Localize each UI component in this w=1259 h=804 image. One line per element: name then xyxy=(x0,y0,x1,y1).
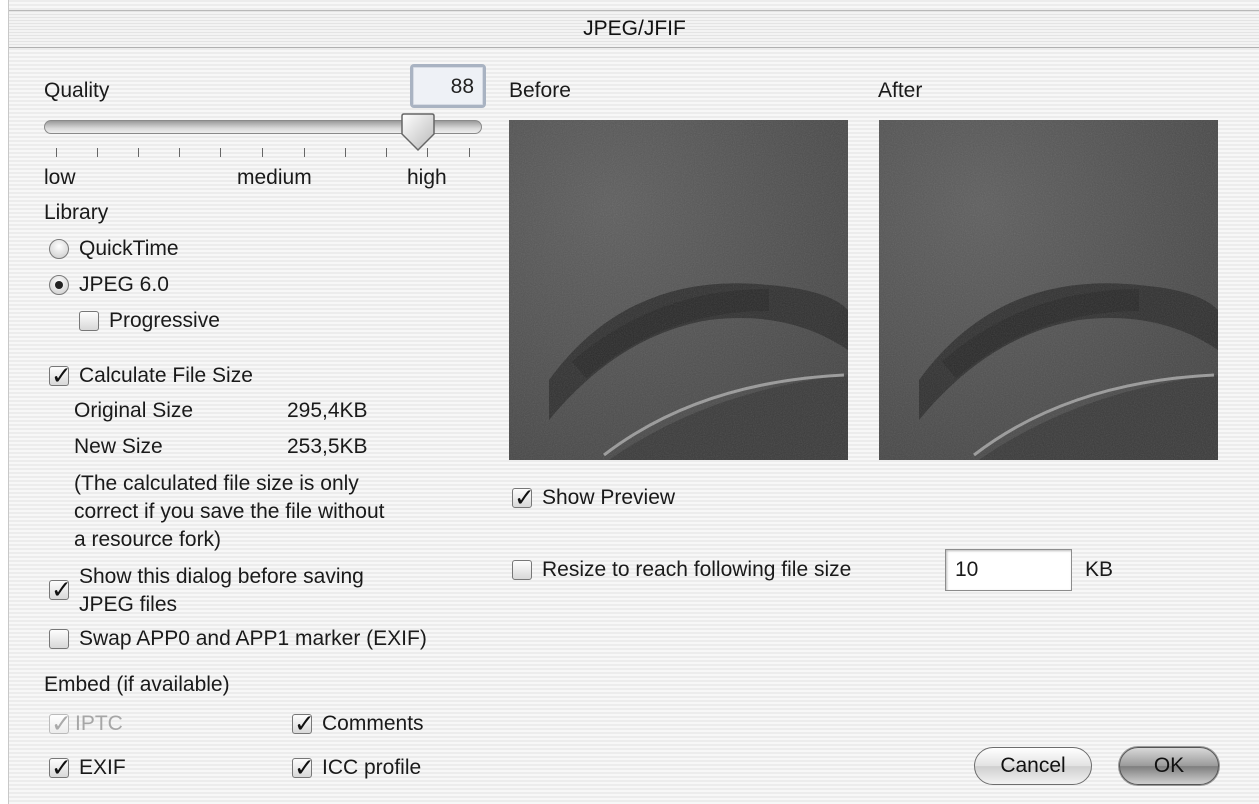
show-dialog-checkbox[interactable] xyxy=(49,575,72,604)
calculate-file-size-label[interactable]: Calculate File Size xyxy=(79,364,253,388)
swap-markers-checkbox[interactable] xyxy=(49,629,69,649)
show-dialog-label-line2[interactable]: JPEG files xyxy=(79,593,177,617)
cancel-button[interactable]: Cancel xyxy=(974,747,1092,785)
quality-value: 88 xyxy=(450,75,474,98)
radio-quicktime-label[interactable]: QuickTime xyxy=(79,237,179,261)
new-size-label: New Size xyxy=(74,435,163,458)
original-size-label: Original Size xyxy=(74,399,194,422)
radio-jpeg60-label[interactable]: JPEG 6.0 xyxy=(79,273,169,297)
show-dialog-label-line1[interactable]: Show this dialog before saving xyxy=(79,565,364,589)
original-size-value: 295,4KB xyxy=(287,399,368,422)
quality-medium-label: medium xyxy=(237,166,312,189)
quality-value-field[interactable]: 88 xyxy=(410,64,486,108)
radio-quicktime[interactable] xyxy=(49,239,69,259)
before-label: Before xyxy=(509,79,571,102)
iptc-label: IPTC xyxy=(75,712,123,735)
slider-thumb-icon[interactable] xyxy=(400,112,436,152)
comments-checkbox[interactable] xyxy=(292,709,315,738)
progressive-checkbox[interactable] xyxy=(79,311,99,331)
file-size-note-line1: (The calculated file size is only xyxy=(74,472,359,495)
resize-size-input[interactable]: 10 xyxy=(945,549,1072,591)
resize-size-value: 10 xyxy=(955,558,979,581)
resize-checkbox[interactable] xyxy=(512,560,532,580)
exif-checkbox[interactable] xyxy=(49,753,72,782)
ok-button[interactable]: OK xyxy=(1119,747,1219,785)
slider-ticks xyxy=(44,148,482,158)
swap-markers-label[interactable]: Swap APP0 and APP1 marker (EXIF) xyxy=(79,627,427,651)
after-label: After xyxy=(878,79,923,102)
embed-heading: Embed (if available) xyxy=(44,673,230,696)
window-title: JPEG/JFIF xyxy=(9,10,1259,48)
jpeg-options-dialog: JPEG/JFIF Quality 88 low medium high Lib… xyxy=(8,0,1259,804)
quality-low-label: low xyxy=(44,166,76,189)
show-preview-label[interactable]: Show Preview xyxy=(542,486,675,510)
file-size-note-line2: correct if you save the file without xyxy=(74,500,385,523)
radio-jpeg60[interactable] xyxy=(49,275,69,295)
icc-profile-checkbox[interactable] xyxy=(292,753,315,782)
show-preview-checkbox[interactable] xyxy=(512,483,535,512)
resize-unit-label: KB xyxy=(1085,558,1114,581)
calculate-file-size-checkbox[interactable] xyxy=(49,361,72,390)
after-preview-image xyxy=(879,120,1218,460)
quality-high-label: high xyxy=(407,166,447,189)
before-preview-image xyxy=(509,120,848,460)
comments-label[interactable]: Comments xyxy=(322,712,424,736)
new-size-value: 253,5KB xyxy=(287,435,368,458)
file-size-note-line3: a resource fork) xyxy=(74,528,222,551)
exif-label[interactable]: EXIF xyxy=(79,756,126,780)
resize-label[interactable]: Resize to reach following file size xyxy=(542,558,851,582)
library-heading: Library xyxy=(44,201,109,224)
quality-label: Quality xyxy=(44,79,110,102)
progressive-label[interactable]: Progressive xyxy=(109,309,220,333)
icc-profile-label[interactable]: ICC profile xyxy=(322,756,421,780)
iptc-checkbox xyxy=(49,709,72,738)
